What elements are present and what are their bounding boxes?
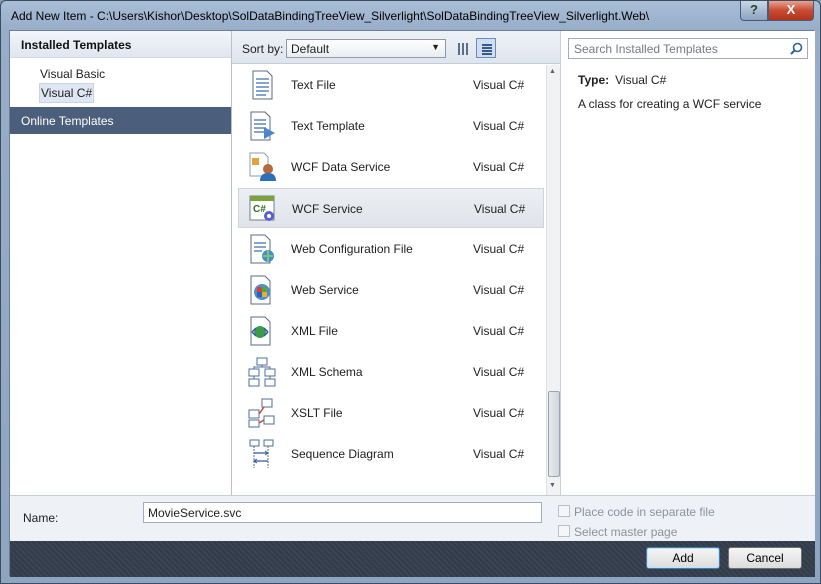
template-row[interactable]: XML File Visual C# [238, 311, 544, 351]
template-language: Visual C# [474, 202, 526, 216]
search-input[interactable]: Search Installed Templates [568, 38, 808, 59]
template-name: XML Schema [291, 365, 363, 379]
list-view-button[interactable] [476, 38, 496, 58]
name-field[interactable]: MovieService.svc [143, 502, 542, 523]
place-code-checkbox [558, 505, 570, 517]
cancel-button[interactable]: Cancel [728, 547, 802, 569]
template-name: XSLT File [291, 406, 343, 420]
title-bar[interactable]: Add New Item - C:\Users\Kishor\Desktop\S… [1, 1, 821, 31]
template-row[interactable]: Web Configuration File Visual C# [238, 229, 544, 269]
template-row[interactable]: Text File Visual C# [238, 65, 544, 105]
template-description: A class for creating a WCF service [578, 97, 762, 111]
template-language: Visual C# [473, 406, 525, 420]
template-row[interactable]: Text Template Visual C# [238, 106, 544, 146]
template-language: Visual C# [473, 283, 525, 297]
template-name: Web Configuration File [291, 242, 413, 256]
template-row[interactable]: Sequence Diagram Visual C# [238, 434, 544, 474]
tree-item-visual-csharp[interactable]: Visual C# [39, 83, 95, 103]
online-templates-heading[interactable]: Online Templates [10, 107, 231, 134]
name-label: Name: [23, 511, 59, 525]
sort-label: Sort by: [242, 42, 284, 56]
button-bar: Add Cancel [10, 541, 815, 577]
template-row[interactable]: XSLT File Visual C# [238, 393, 544, 433]
template-name: Web Service [291, 283, 359, 297]
text-template-icon [250, 111, 275, 141]
sort-value: Default [291, 42, 330, 56]
template-name: Sequence Diagram [291, 447, 394, 461]
template-language: Visual C# [473, 365, 525, 379]
template-language: Visual C# [473, 119, 525, 133]
template-name: WCF Data Service [291, 160, 391, 174]
installed-templates-heading[interactable]: Installed Templates [10, 31, 231, 58]
name-section: Name: MovieService.svc Place code in sep… [10, 495, 815, 541]
wcf-service-icon: C# [249, 195, 275, 221]
template-list-scrollbar[interactable]: ▲ ▼ [546, 65, 560, 495]
chevron-down-icon: ▼ [431, 42, 440, 52]
template-row[interactable]: WCF Data Service Visual C# [238, 147, 544, 187]
template-name: Text File [291, 78, 336, 92]
help-button[interactable]: ? [740, 1, 768, 21]
xslt-file-icon [248, 398, 275, 428]
type-value: Visual C# [615, 73, 667, 87]
template-name: XML File [291, 324, 338, 338]
master-page-checkbox [558, 525, 570, 537]
xml-file-icon [250, 316, 271, 346]
text-file-icon [252, 70, 273, 100]
close-button[interactable]: X [768, 1, 814, 21]
template-name: Text Template [291, 119, 365, 133]
window-title: Add New Item - C:\Users\Kishor\Desktop\S… [11, 9, 650, 23]
template-row[interactable]: Web Service Visual C# [238, 270, 544, 310]
templates-pane: Sort by: Default ▼ Text File Visual C# T… [232, 31, 560, 495]
template-type: Type: Visual C# [578, 73, 666, 87]
template-language: Visual C# [473, 160, 525, 174]
search-placeholder: Search Installed Templates [574, 42, 718, 56]
grid-view-icon [458, 43, 468, 55]
place-code-label: Place code in separate file [574, 505, 715, 519]
list-view-icon [482, 43, 492, 55]
template-language: Visual C# [473, 78, 525, 92]
master-page-label: Select master page [574, 525, 678, 539]
dialog-content: Installed Templates Visual Basic Visual … [9, 30, 815, 577]
sequence-diagram-icon [249, 439, 274, 468]
small-icons-view-button[interactable] [452, 38, 472, 58]
add-button[interactable]: Add [646, 547, 720, 569]
template-categories-pane: Installed Templates Visual Basic Visual … [10, 31, 232, 495]
template-language: Visual C# [473, 324, 525, 338]
template-row-selected[interactable]: C# WCF Service Visual C# [238, 188, 544, 228]
scrollbar-thumb[interactable] [548, 391, 560, 477]
type-label: Type: [578, 73, 610, 87]
template-row[interactable]: XML Schema Visual C# [238, 352, 544, 392]
web-config-icon [250, 234, 274, 264]
svg-text:C#: C# [253, 204, 266, 215]
sort-dropdown[interactable]: Default ▼ [286, 39, 446, 58]
template-language: Visual C# [473, 447, 525, 461]
scroll-down-icon[interactable]: ▼ [549, 482, 556, 489]
sort-toolbar: Sort by: Default ▼ [232, 31, 560, 64]
search-icon[interactable] [790, 42, 803, 55]
tree-item-visual-basic[interactable]: Visual Basic [39, 65, 106, 83]
wcf-data-service-icon [249, 152, 276, 181]
web-service-icon [250, 275, 271, 305]
template-language: Visual C# [473, 242, 525, 256]
details-pane: Search Installed Templates Type: Visual C… [560, 31, 815, 495]
xml-schema-icon [248, 357, 276, 387]
template-list: Text File Visual C# Text Template Visual… [232, 65, 546, 493]
template-name: WCF Service [292, 202, 363, 216]
scroll-up-icon[interactable]: ▲ [549, 68, 556, 75]
dialog-window: Add New Item - C:\Users\Kishor\Desktop\S… [0, 0, 821, 584]
